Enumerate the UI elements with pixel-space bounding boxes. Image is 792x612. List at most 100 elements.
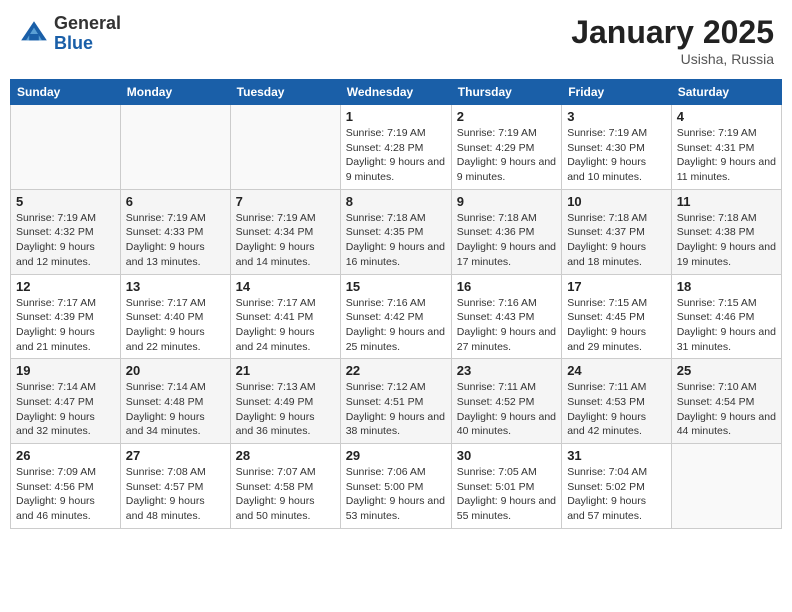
- day-info: Sunrise: 7:19 AM Sunset: 4:31 PM Dayligh…: [677, 126, 776, 185]
- calendar-cell: 31 Sunrise: 7:04 AM Sunset: 5:02 PM Dayli…: [562, 444, 672, 529]
- day-info: Sunrise: 7:19 AM Sunset: 4:28 PM Dayligh…: [346, 126, 446, 185]
- day-info: Sunrise: 7:11 AM Sunset: 4:53 PM Dayligh…: [567, 380, 666, 439]
- day-info: Sunrise: 7:13 AM Sunset: 4:49 PM Dayligh…: [236, 380, 335, 439]
- calendar-header-row: SundayMondayTuesdayWednesdayThursdayFrid…: [11, 80, 782, 105]
- calendar-cell: 15 Sunrise: 7:16 AM Sunset: 4:42 PM Dayli…: [340, 274, 451, 359]
- calendar-cell: 16Sunrise: 7:16 AM Sunset: 4:43 PM Dayli…: [451, 274, 561, 359]
- calendar-cell: 14 Sunrise: 7:17 AM Sunset: 4:41 PM Dayli…: [230, 274, 340, 359]
- calendar-cell: 11 Sunrise: 7:18 AM Sunset: 4:38 PM Dayli…: [671, 189, 781, 274]
- logo-text: General Blue: [54, 14, 121, 54]
- calendar-cell: 3Sunrise: 7:19 AM Sunset: 4:30 PM Daylig…: [562, 105, 672, 190]
- calendar-cell: 10 Sunrise: 7:18 AM Sunset: 4:37 PM Dayli…: [562, 189, 672, 274]
- weekday-header-monday: Monday: [120, 80, 230, 105]
- logo-blue-text: Blue: [54, 33, 93, 53]
- calendar-cell: 7Sunrise: 7:19 AM Sunset: 4:34 PM Daylig…: [230, 189, 340, 274]
- logo-general: General: [54, 13, 121, 33]
- calendar-cell: 1Sunrise: 7:19 AM Sunset: 4:28 PM Daylig…: [340, 105, 451, 190]
- day-info: Sunrise: 7:14 AM Sunset: 4:47 PM Dayligh…: [16, 380, 115, 439]
- day-info: Sunrise: 7:17 AM Sunset: 4:41 PM Dayligh…: [236, 296, 335, 355]
- weekday-header-tuesday: Tuesday: [230, 80, 340, 105]
- calendar-cell: 27 Sunrise: 7:08 AM Sunset: 4:57 PM Dayli…: [120, 444, 230, 529]
- day-number: 25: [677, 363, 776, 378]
- day-info: Sunrise: 7:17 AM Sunset: 4:39 PM Dayligh…: [16, 296, 115, 355]
- calendar-cell: 28Sunrise: 7:07 AM Sunset: 4:58 PM Dayli…: [230, 444, 340, 529]
- day-number: 14: [236, 279, 335, 294]
- day-info: Sunrise: 7:16 AM Sunset: 4:42 PM Dayligh…: [346, 296, 446, 355]
- day-info: Sunrise: 7:18 AM Sunset: 4:38 PM Dayligh…: [677, 211, 776, 270]
- page-header: General Blue January 2025 Usisha, Russia: [10, 10, 782, 71]
- calendar-cell: [230, 105, 340, 190]
- day-number: 31: [567, 448, 666, 463]
- day-info: Sunrise: 7:11 AM Sunset: 4:52 PM Dayligh…: [457, 380, 556, 439]
- day-info: Sunrise: 7:08 AM Sunset: 4:57 PM Dayligh…: [126, 465, 225, 524]
- day-number: 3: [567, 109, 666, 124]
- day-info: Sunrise: 7:14 AM Sunset: 4:48 PM Dayligh…: [126, 380, 225, 439]
- day-number: 8: [346, 194, 446, 209]
- day-number: 12: [16, 279, 115, 294]
- day-number: 17: [567, 279, 666, 294]
- calendar-cell: 23 Sunrise: 7:11 AM Sunset: 4:52 PM Dayli…: [451, 359, 561, 444]
- day-number: 28: [236, 448, 335, 463]
- day-info: Sunrise: 7:19 AM Sunset: 4:34 PM Dayligh…: [236, 211, 335, 270]
- calendar-cell: 9Sunrise: 7:18 AM Sunset: 4:36 PM Daylig…: [451, 189, 561, 274]
- calendar-week-row: 5 Sunrise: 7:19 AM Sunset: 4:32 PM Daylig…: [11, 189, 782, 274]
- day-number: 30: [457, 448, 556, 463]
- day-info: Sunrise: 7:19 AM Sunset: 4:33 PM Dayligh…: [126, 211, 225, 270]
- day-number: 11: [677, 194, 776, 209]
- calendar-cell: 24Sunrise: 7:11 AM Sunset: 4:53 PM Dayli…: [562, 359, 672, 444]
- calendar-cell: 12 Sunrise: 7:17 AM Sunset: 4:39 PM Dayli…: [11, 274, 121, 359]
- day-info: Sunrise: 7:16 AM Sunset: 4:43 PM Dayligh…: [457, 296, 556, 355]
- calendar-cell: 2 Sunrise: 7:19 AM Sunset: 4:29 PM Daylig…: [451, 105, 561, 190]
- calendar-cell: 25Sunrise: 7:10 AM Sunset: 4:54 PM Dayli…: [671, 359, 781, 444]
- weekday-header-friday: Friday: [562, 80, 672, 105]
- calendar-cell: 30 Sunrise: 7:05 AM Sunset: 5:01 PM Dayli…: [451, 444, 561, 529]
- logo: General Blue: [18, 14, 121, 54]
- day-info: Sunrise: 7:19 AM Sunset: 4:29 PM Dayligh…: [457, 126, 556, 185]
- day-number: 5: [16, 194, 115, 209]
- day-number: 13: [126, 279, 225, 294]
- calendar-cell: 22Sunrise: 7:12 AM Sunset: 4:51 PM Dayli…: [340, 359, 451, 444]
- calendar-week-row: 12 Sunrise: 7:17 AM Sunset: 4:39 PM Dayli…: [11, 274, 782, 359]
- calendar-cell: 20 Sunrise: 7:14 AM Sunset: 4:48 PM Dayli…: [120, 359, 230, 444]
- day-info: Sunrise: 7:17 AM Sunset: 4:40 PM Dayligh…: [126, 296, 225, 355]
- day-number: 6: [126, 194, 225, 209]
- weekday-header-sunday: Sunday: [11, 80, 121, 105]
- calendar-week-row: 19 Sunrise: 7:14 AM Sunset: 4:47 PM Dayli…: [11, 359, 782, 444]
- weekday-header-saturday: Saturday: [671, 80, 781, 105]
- day-info: Sunrise: 7:18 AM Sunset: 4:37 PM Dayligh…: [567, 211, 666, 270]
- calendar-week-row: 26Sunrise: 7:09 AM Sunset: 4:56 PM Dayli…: [11, 444, 782, 529]
- calendar-cell: [11, 105, 121, 190]
- calendar-cell: 8Sunrise: 7:18 AM Sunset: 4:35 PM Daylig…: [340, 189, 451, 274]
- day-info: Sunrise: 7:15 AM Sunset: 4:45 PM Dayligh…: [567, 296, 666, 355]
- day-number: 4: [677, 109, 776, 124]
- day-info: Sunrise: 7:06 AM Sunset: 5:00 PM Dayligh…: [346, 465, 446, 524]
- day-info: Sunrise: 7:05 AM Sunset: 5:01 PM Dayligh…: [457, 465, 556, 524]
- day-number: 15: [346, 279, 446, 294]
- day-info: Sunrise: 7:19 AM Sunset: 4:32 PM Dayligh…: [16, 211, 115, 270]
- location: Usisha, Russia: [571, 51, 774, 67]
- calendar-cell: 21 Sunrise: 7:13 AM Sunset: 4:49 PM Dayli…: [230, 359, 340, 444]
- day-number: 10: [567, 194, 666, 209]
- day-info: Sunrise: 7:09 AM Sunset: 4:56 PM Dayligh…: [16, 465, 115, 524]
- calendar-cell: 26Sunrise: 7:09 AM Sunset: 4:56 PM Dayli…: [11, 444, 121, 529]
- day-number: 23: [457, 363, 556, 378]
- day-number: 2: [457, 109, 556, 124]
- month-title: January 2025: [571, 14, 774, 51]
- weekday-header-wednesday: Wednesday: [340, 80, 451, 105]
- calendar-cell: [120, 105, 230, 190]
- calendar-cell: 18 Sunrise: 7:15 AM Sunset: 4:46 PM Dayli…: [671, 274, 781, 359]
- day-number: 18: [677, 279, 776, 294]
- day-number: 21: [236, 363, 335, 378]
- day-number: 27: [126, 448, 225, 463]
- calendar-cell: 4 Sunrise: 7:19 AM Sunset: 4:31 PM Daylig…: [671, 105, 781, 190]
- calendar-cell: 17 Sunrise: 7:15 AM Sunset: 4:45 PM Dayli…: [562, 274, 672, 359]
- logo-icon: [18, 18, 50, 50]
- calendar-table: SundayMondayTuesdayWednesdayThursdayFrid…: [10, 79, 782, 529]
- calendar-week-row: 1Sunrise: 7:19 AM Sunset: 4:28 PM Daylig…: [11, 105, 782, 190]
- day-number: 19: [16, 363, 115, 378]
- day-info: Sunrise: 7:15 AM Sunset: 4:46 PM Dayligh…: [677, 296, 776, 355]
- day-info: Sunrise: 7:04 AM Sunset: 5:02 PM Dayligh…: [567, 465, 666, 524]
- day-number: 22: [346, 363, 446, 378]
- calendar-cell: 19 Sunrise: 7:14 AM Sunset: 4:47 PM Dayli…: [11, 359, 121, 444]
- day-number: 20: [126, 363, 225, 378]
